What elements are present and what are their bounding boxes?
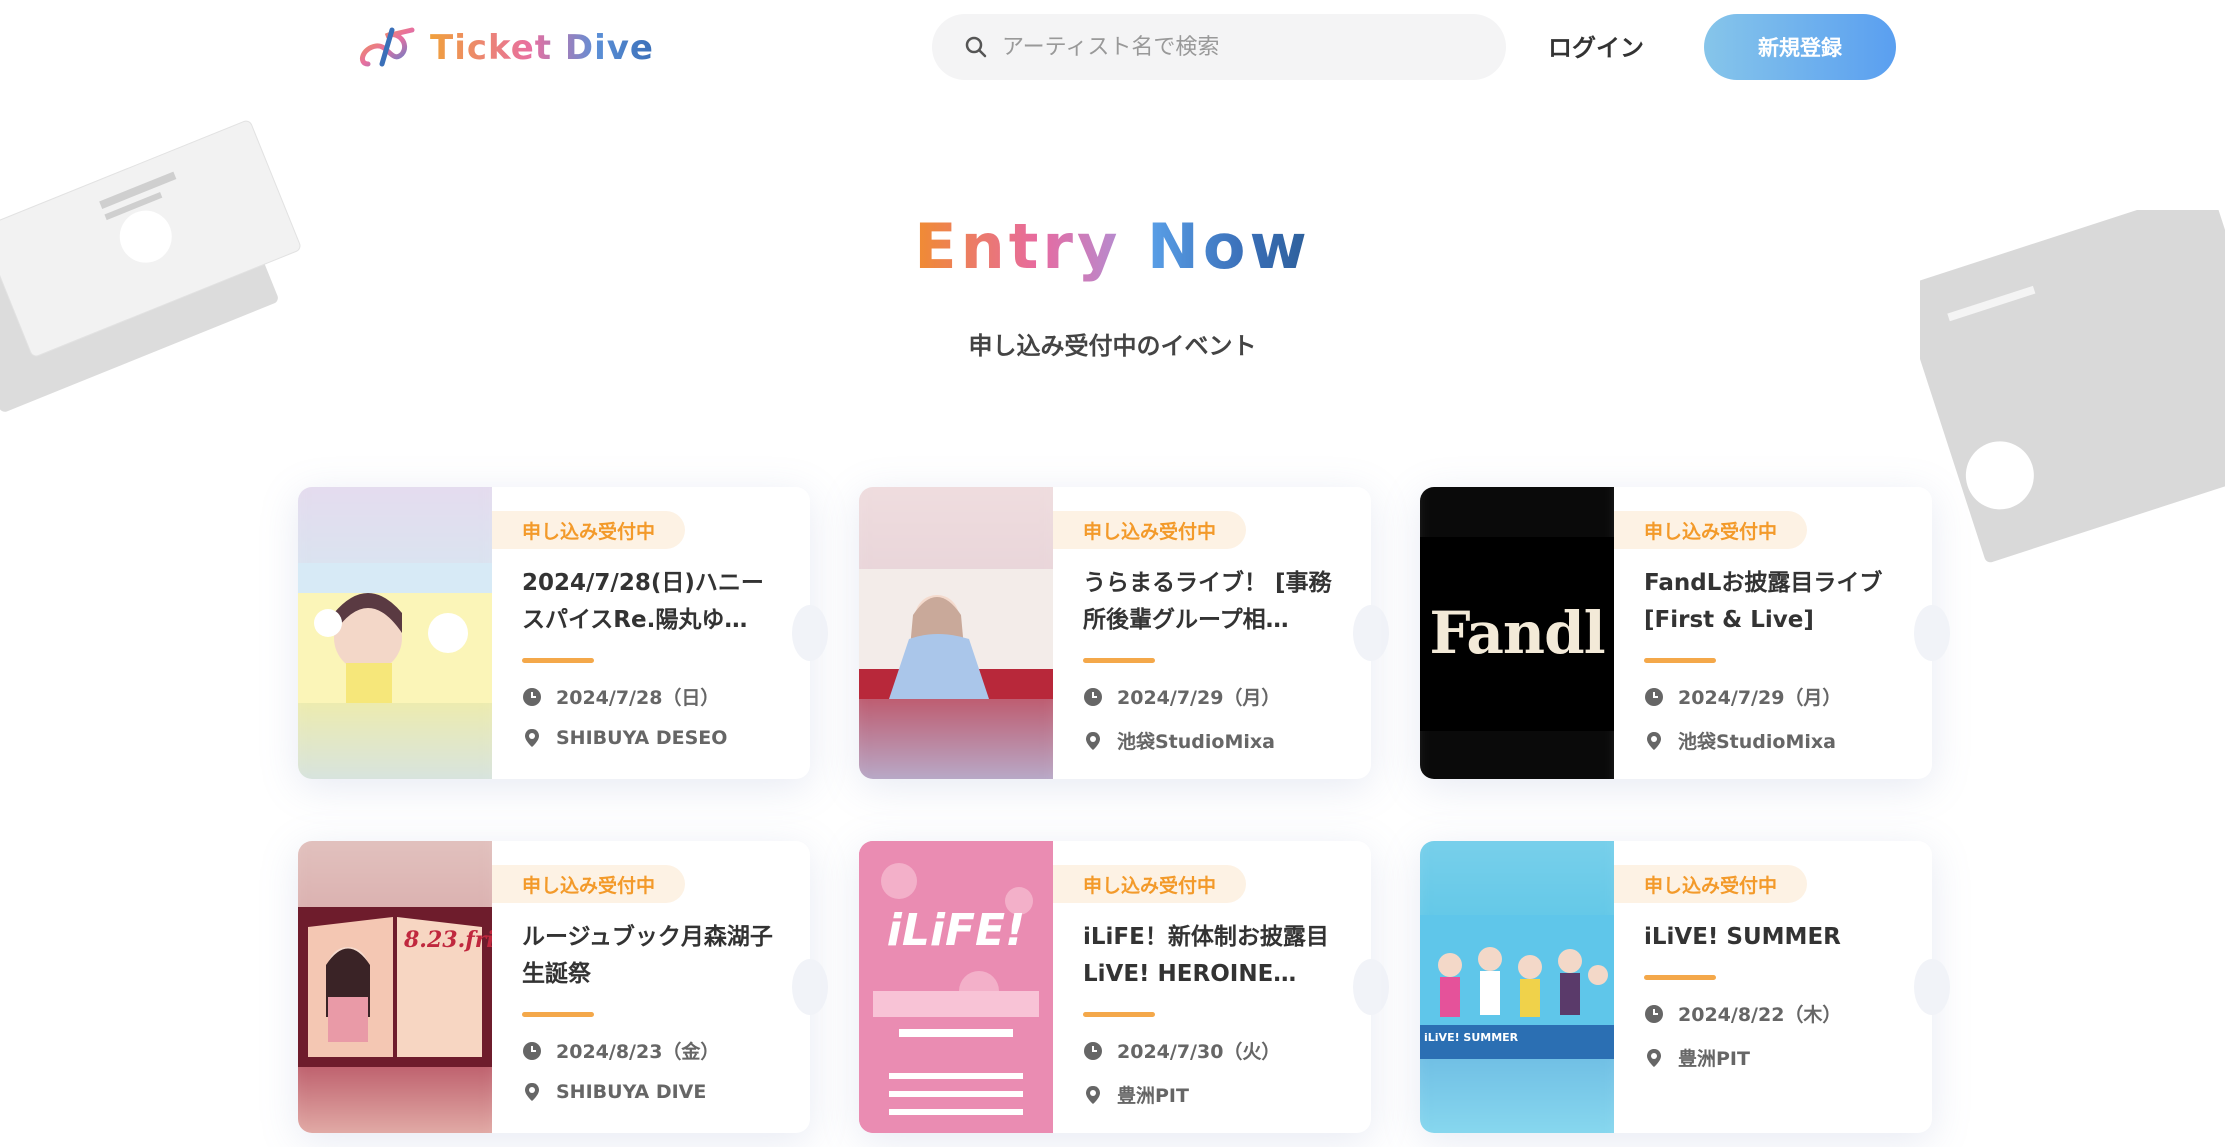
event-title[interactable]: iLiVE! SUMMER	[1644, 919, 1906, 956]
section-title-part2: Now	[1146, 210, 1311, 283]
search-bar[interactable]	[932, 14, 1506, 80]
event-card[interactable]: Fandl 申し込み受付中 FandLお披露目ライブ[First & Live]…	[1420, 487, 1950, 779]
event-venue-text: 池袋StudioMixa	[1117, 731, 1275, 753]
clock-icon	[523, 1041, 541, 1060]
accent-divider	[1644, 658, 1716, 663]
event-thumbnail-text: Fandl	[1429, 599, 1605, 667]
event-title[interactable]: FandLお披露目ライブ[First & Live]	[1644, 565, 1906, 639]
clock-icon	[523, 687, 541, 706]
location-pin-icon	[1086, 1085, 1100, 1104]
event-title[interactable]: 2024/7/28(日)ハニースパイスRe.陽丸ゆ…	[522, 565, 784, 639]
event-venue: SHIBUYA DESEO	[522, 727, 727, 749]
site-header: Ticket Dive ログイン 新規登録	[0, 0, 2225, 96]
event-date: 2024/7/28（日）	[522, 683, 719, 710]
event-thumbnail: iLiFE!	[859, 841, 1053, 1133]
event-date-text: 2024/7/28（日）	[556, 687, 720, 709]
event-card[interactable]: 申し込み受付中 2024/7/28(日)ハニースパイスRe.陽丸ゆ… 2024/…	[298, 487, 828, 779]
event-venue-text: 豊洲PIT	[1678, 1048, 1750, 1070]
event-date: 2024/8/23（金）	[522, 1037, 719, 1064]
ticket-notch	[1914, 959, 1950, 1015]
location-pin-icon	[1647, 1048, 1661, 1067]
event-thumbnail: 8.23.fri	[298, 841, 492, 1133]
accent-divider	[522, 658, 594, 663]
event-date: 2024/7/30（火）	[1083, 1037, 1280, 1064]
event-date-text: 2024/7/29（月）	[1117, 687, 1281, 709]
accent-divider	[522, 1012, 594, 1017]
event-venue-text: SHIBUYA DESEO	[556, 727, 728, 749]
ticket-notch	[792, 605, 828, 661]
event-venue: SHIBUYA DIVE	[522, 1081, 706, 1103]
accent-divider	[1083, 658, 1155, 663]
logo-mark-icon	[359, 27, 415, 67]
clock-icon	[1645, 687, 1663, 706]
status-badge: 申し込み受付中	[492, 511, 686, 549]
clock-icon	[1645, 1004, 1663, 1023]
status-badge: 申し込み受付中	[1053, 865, 1247, 903]
location-pin-icon	[525, 729, 539, 747]
event-venue: 豊洲PIT	[1083, 1081, 1189, 1108]
event-title[interactable]: ルージュブック月森湖子生誕祭	[522, 919, 784, 993]
location-pin-icon	[1086, 731, 1100, 750]
accent-divider	[1083, 1012, 1155, 1017]
event-venue: 豊洲PIT	[1644, 1044, 1750, 1071]
ticket-notch	[1353, 959, 1389, 1015]
section-subtitle: 申し込み受付中のイベント	[968, 332, 1257, 360]
event-title[interactable]: うらまるライブ！ [事務所後輩グループ相…	[1083, 565, 1345, 639]
event-card[interactable]: 申し込み受付中 うらまるライブ！ [事務所後輩グループ相… 2024/7/29（…	[859, 487, 1389, 779]
event-thumbnail	[859, 487, 1053, 779]
ticket-notch	[1353, 605, 1389, 661]
event-venue-text: 豊洲PIT	[1117, 1085, 1189, 1107]
event-thumbnail	[298, 487, 492, 779]
event-date-text: 2024/8/22（木）	[1678, 1004, 1842, 1026]
ticket-notch	[792, 959, 828, 1015]
event-poster-image	[298, 563, 492, 703]
event-date: 2024/7/29（月）	[1083, 683, 1280, 710]
status-badge: 申し込み受付中	[1053, 511, 1247, 549]
event-thumbnail: iLiVE! SUMMER	[1420, 841, 1614, 1133]
event-poster-image	[859, 569, 1053, 699]
event-date-text: 2024/7/29（月）	[1678, 687, 1842, 709]
event-title[interactable]: iLiFE！新体制お披露目LiVE! HEROINE…	[1083, 919, 1345, 993]
section-title: Entry Now	[0, 210, 2225, 283]
ticket-notch	[1914, 605, 1950, 661]
event-date: 2024/7/29（月）	[1644, 683, 1841, 710]
logo-text: Ticket Dive	[430, 28, 654, 68]
event-venue: 池袋StudioMixa	[1644, 727, 1836, 754]
event-card[interactable]: 8.23.fri 申し込み受付中 ルージュブック月森湖子生誕祭 2024/8/2…	[298, 841, 828, 1133]
event-poster-image	[859, 841, 1053, 1133]
site-logo[interactable]: Ticket Dive	[358, 22, 654, 74]
search-input[interactable]	[1002, 34, 1482, 60]
event-venue: 池袋StudioMixa	[1083, 727, 1275, 754]
section-title-part1: Entry	[914, 210, 1122, 283]
event-card[interactable]: iLiFE! 申し込み受付中 iLiFE！新体制お披露目LiVE! HEROIN…	[859, 841, 1389, 1133]
status-badge: 申し込み受付中	[1614, 865, 1808, 903]
location-pin-icon	[525, 1083, 539, 1101]
event-venue-text: 池袋StudioMixa	[1678, 731, 1836, 753]
event-thumbnail: Fandl	[1420, 487, 1614, 779]
clock-icon	[1084, 1041, 1102, 1060]
event-date: 2024/8/22（木）	[1644, 1000, 1841, 1027]
status-badge: 申し込み受付中	[1614, 511, 1808, 549]
event-thumbnail-text: iLiFE!	[886, 905, 1026, 956]
status-badge: 申し込み受付中	[492, 865, 686, 903]
search-icon	[965, 36, 987, 58]
event-venue-text: SHIBUYA DIVE	[556, 1081, 707, 1103]
clock-icon	[1084, 687, 1102, 706]
login-link[interactable]: ログイン	[1548, 28, 1644, 63]
accent-divider	[1644, 975, 1716, 980]
event-date-text: 2024/8/23（金）	[556, 1041, 720, 1063]
event-date-text: 2024/7/30（火）	[1117, 1041, 1281, 1063]
signup-button[interactable]: 新規登録	[1704, 14, 1896, 80]
event-thumbnail-text: iLiVE! SUMMER	[1424, 1031, 1519, 1044]
location-pin-icon	[1647, 731, 1661, 750]
event-card[interactable]: iLiVE! SUMMER 申し込み受付中 iLiVE! SUMMER 2024…	[1420, 841, 1950, 1133]
event-thumbnail-text: 8.23.fri	[404, 927, 492, 953]
